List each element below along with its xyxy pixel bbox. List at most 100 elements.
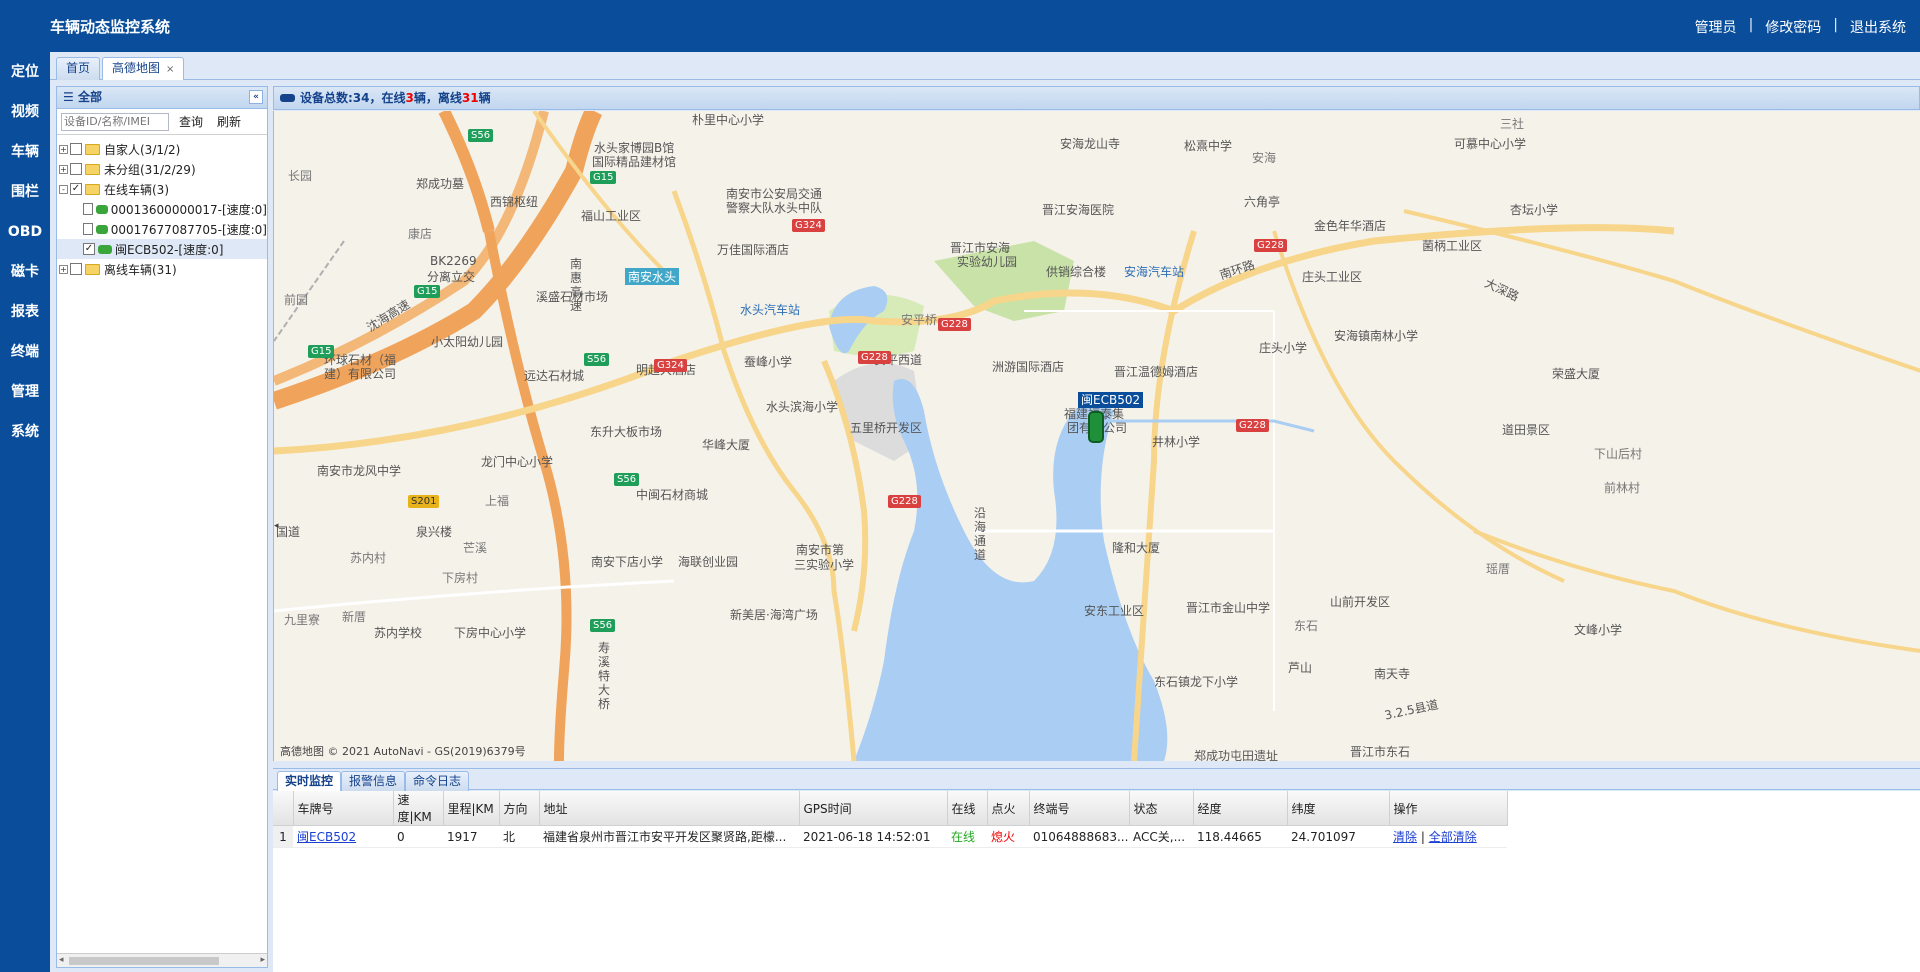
map-poi[interactable]: 芦山 (1288, 659, 1312, 676)
clear-link[interactable]: 清除 (1393, 830, 1417, 844)
map-poi[interactable]: 晋江安海医院 (1042, 201, 1114, 218)
map-poi[interactable]: 安海汽车站 (1124, 263, 1184, 280)
map-poi[interactable]: 远达石材城 (524, 367, 584, 384)
scroll-right-icon[interactable]: ▸ (260, 955, 265, 965)
nav-item-vehicle[interactable]: 车辆 (0, 132, 50, 172)
map-poi[interactable]: 安东工业区 (1084, 602, 1144, 619)
checkbox[interactable] (83, 203, 94, 215)
tab-alarm-info[interactable]: 报警信息 (341, 771, 406, 791)
map-poi[interactable]: 下山后村 (1594, 445, 1642, 462)
column-header[interactable]: 操作 (1389, 791, 1508, 826)
map-poi[interactable]: 杏坛小学 (1510, 201, 1558, 218)
map-poi[interactable]: 小太阳幼儿园 (431, 333, 503, 350)
nav-item-video[interactable]: 视频 (0, 92, 50, 132)
map-poi[interactable]: 分离立交 (427, 268, 475, 285)
map-poi[interactable]: 寿溪特大桥 (598, 641, 612, 711)
tree-node-device-selected[interactable]: ✓ 闽ECB502-[速度:0] (57, 239, 267, 259)
map-poi[interactable]: BK2269 (430, 254, 477, 268)
nav-item-terminal[interactable]: 终端 (0, 332, 50, 372)
column-header[interactable]: 车牌号 (293, 791, 394, 826)
vehicle-marker-icon[interactable] (1088, 411, 1104, 443)
map-poi[interactable]: 龙门中心小学 (481, 453, 553, 470)
map-poi[interactable]: 中闽石材商城 (636, 486, 708, 503)
map-poi[interactable]: 警察大队水头中队 (726, 199, 822, 216)
map-poi[interactable]: 长园 (288, 167, 312, 184)
map-poi[interactable]: 安海镇南林小学 (1334, 327, 1418, 344)
map-poi[interactable]: 三实验小学 (794, 556, 854, 573)
map-poi[interactable]: 安海龙山寺 (1060, 135, 1120, 152)
tab-amap[interactable]: 高德地图 × (102, 57, 185, 80)
map-poi[interactable]: 东石镇龙下小学 (1154, 673, 1238, 690)
map-poi[interactable]: 下房中心小学 (454, 624, 526, 641)
checkbox[interactable] (70, 143, 82, 155)
checkbox[interactable] (70, 263, 82, 275)
table-row[interactable]: 1 闽ECB502 0 1917 北 福建省泉州市晋江市安平开发区聚贤路,距檬.… (273, 825, 1507, 848)
map-poi[interactable]: 瑶厝 (1486, 560, 1510, 577)
map-poi[interactable]: 水头滨海小学 (766, 398, 838, 415)
nav-item-report[interactable]: 报表 (0, 292, 50, 332)
map-poi[interactable]: 可慕中心小学 (1454, 135, 1526, 152)
plate-link[interactable]: 闽ECB502 (297, 830, 356, 844)
query-button[interactable]: 查询 (175, 113, 207, 130)
map-view[interactable]: 朴里中心小学 水头家博园B馆 国际精品建材馆 福山工业区 南安市公安局交通 警察… (273, 111, 1920, 761)
tab-home[interactable]: 首页 (56, 57, 101, 80)
map-poi[interactable]: 郑成功墓 (416, 175, 464, 192)
map-poi[interactable]: 松熹中学 (1184, 137, 1232, 154)
map-poi[interactable]: 南天寺 (1374, 665, 1410, 682)
tree-node-offline[interactable]: + 离线车辆(31) (57, 259, 267, 279)
column-header[interactable]: 状态 (1129, 791, 1194, 826)
checkbox[interactable]: ✓ (83, 243, 95, 255)
nav-item-obd[interactable]: OBD (0, 212, 50, 252)
map-poi[interactable]: 五里桥开发区 (850, 419, 922, 436)
expand-left-icon[interactable]: ◂ (274, 521, 280, 541)
map-poi[interactable]: 山前开发区 (1330, 593, 1390, 610)
tab-realtime-monitor[interactable]: 实时监控 (277, 771, 342, 791)
map-poi[interactable]: 文峰小学 (1574, 621, 1622, 638)
map-poi[interactable]: 南安下店小学 (591, 553, 663, 570)
map-poi[interactable]: 九里寮 (284, 611, 320, 628)
map-poi[interactable]: 蚕峰小学 (744, 353, 792, 370)
device-search-input[interactable] (61, 112, 169, 131)
expand-icon[interactable]: + (59, 144, 68, 154)
nav-item-card[interactable]: 磁卡 (0, 252, 50, 292)
map-poi[interactable]: 上福 (485, 492, 509, 509)
nav-item-manage[interactable]: 管理 (0, 372, 50, 412)
column-header[interactable]: 点火 (987, 791, 1030, 826)
map-poi[interactable]: 苏内村 (350, 549, 386, 566)
map-poi[interactable]: 西锦枢纽 (490, 193, 538, 210)
map-poi[interactable]: 三社 (1500, 115, 1524, 132)
clear-all-link[interactable]: 全部清除 (1429, 830, 1477, 844)
map-poi[interactable]: 实验幼儿园 (957, 253, 1017, 270)
admin-link[interactable]: 管理员 (1695, 17, 1737, 37)
map-poi[interactable]: 安平桥 (901, 311, 937, 328)
tree-node-device[interactable]: 00013600000017-[速度:0] (57, 199, 267, 219)
map-poi[interactable]: 芒溪 (463, 539, 487, 556)
checkbox[interactable] (83, 223, 94, 235)
map-poi[interactable]: 荣盛大厦 (1552, 365, 1600, 382)
close-icon[interactable]: × (166, 64, 174, 75)
column-header[interactable]: 速度|KM (393, 791, 444, 826)
map-poi[interactable]: 庄头小学 (1259, 339, 1307, 356)
checkbox[interactable] (70, 163, 82, 175)
column-header[interactable]: GPS时间 (799, 791, 948, 826)
map-poi[interactable]: 金色年华酒店 (1314, 217, 1386, 234)
column-header[interactable]: 纬度 (1287, 791, 1390, 826)
scroll-left-icon[interactable]: ◂ (59, 955, 64, 965)
map-poi[interactable]: 道田景区 (1502, 421, 1550, 438)
tree-node-ungrouped[interactable]: + 未分组(31/2/29) (57, 159, 267, 179)
map-poi[interactable]: 福山工业区 (581, 207, 641, 224)
map-poi[interactable]: 南惠高速 (570, 257, 584, 313)
map-poi[interactable]: 东升大板市场 (590, 423, 662, 440)
tab-command-log[interactable]: 命令日志 (405, 771, 470, 791)
tree-node-device[interactable]: 00017677087705-[速度:0] (57, 219, 267, 239)
nav-item-locate[interactable]: 定位 (0, 52, 50, 92)
column-header[interactable]: 终端号 (1029, 791, 1130, 826)
map-poi[interactable]: 六角亭 (1244, 193, 1280, 210)
map-poi[interactable]: 朴里中心小学 (692, 111, 764, 128)
column-header[interactable]: 经度 (1193, 791, 1288, 826)
horizontal-scrollbar[interactable]: ◂ ▸ (57, 953, 267, 967)
map-poi[interactable]: 泉兴楼 (416, 523, 452, 540)
map-poi[interactable]: 万佳国际酒店 (717, 241, 789, 258)
collapse-icon[interactable]: « (249, 90, 263, 104)
column-header[interactable]: 在线 (947, 791, 988, 826)
